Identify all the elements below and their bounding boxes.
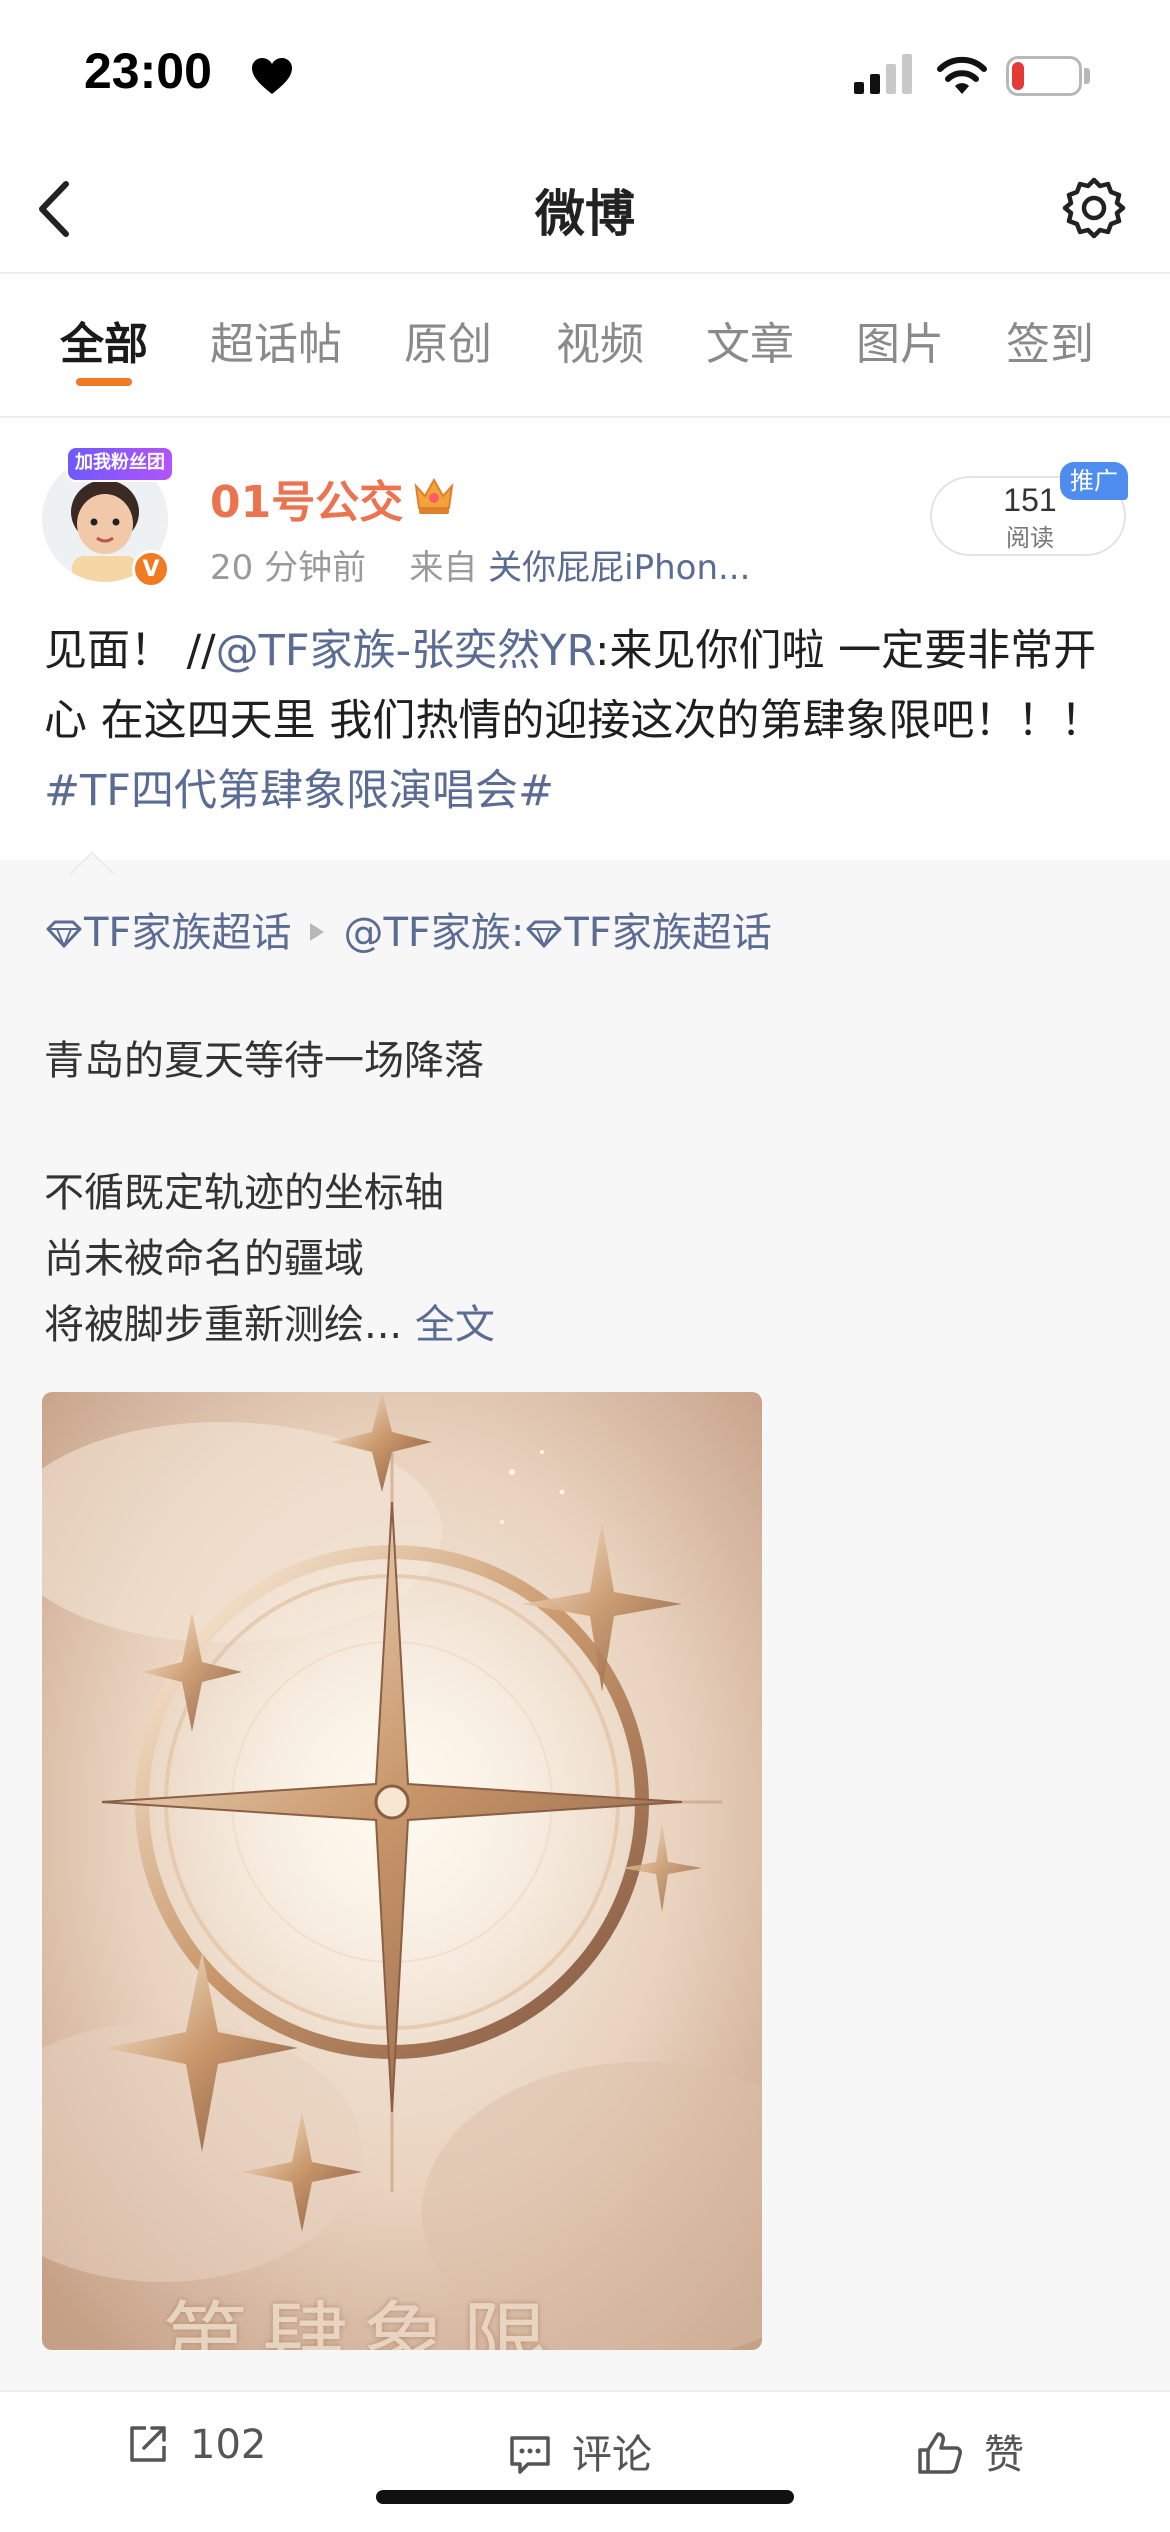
verified-badge: V — [132, 550, 170, 588]
repost-author[interactable]: @TF家族: — [343, 910, 524, 956]
repost-paragraph-2-line-2: 尚未被命名的疆域 — [44, 1236, 364, 1282]
home-indicator[interactable] — [376, 2490, 794, 2504]
poster-title: 第肆象限 — [162, 2293, 562, 2350]
comment-icon — [510, 2436, 550, 2474]
tab-video[interactable]: 视频 — [556, 308, 644, 372]
status-time: 23:00 — [84, 43, 212, 99]
crown-icon — [414, 477, 454, 514]
username[interactable]: 01号公交 — [210, 466, 403, 530]
post-text-prefix: 见面！ // — [44, 626, 216, 676]
share-count: 102 — [190, 2422, 267, 2468]
tab-article[interactable]: 文章 — [706, 308, 794, 372]
share-button[interactable]: 102 — [126, 2422, 266, 2468]
comment-button[interactable]: 评论 — [508, 2422, 652, 2480]
thumbs-up-icon — [918, 2432, 962, 2474]
comment-label: 评论 — [572, 2432, 652, 2478]
repost-paragraph-1: 青岛的夏天等待一场降落 — [44, 1038, 484, 1084]
diamond-icon-2 — [526, 920, 562, 948]
like-label: 赞 — [984, 2432, 1024, 2478]
tab-checkin[interactable]: 签到 — [1006, 308, 1094, 372]
active-tab-indicator — [76, 378, 132, 386]
like-button[interactable]: 赞 — [916, 2422, 1024, 2480]
fan-club-badge[interactable]: 加我粉丝团 — [66, 446, 174, 482]
filter-tabs: 全部 超话帖 原创 视频 文章 图片 签到 — [0, 274, 1170, 418]
post-meta: 20 分钟前 来自 关你屁屁iPhon... — [210, 540, 750, 589]
repost-paragraph-2-line-1: 不循既定轨迹的坐标轴 — [44, 1170, 444, 1216]
concert-poster-image — [42, 1392, 762, 2350]
status-bar: 23:00 4 — [0, 0, 1170, 150]
battery-icon: 4 — [1006, 56, 1082, 96]
arrow-right-icon — [310, 923, 325, 941]
tab-supertopic-posts[interactable]: 超话帖 — [210, 308, 342, 372]
mention-link[interactable]: @TF家族-张奕然YR — [216, 626, 595, 676]
tab-all[interactable]: 全部 — [60, 308, 148, 372]
hashtag-link[interactable]: #TF四代第肆象限演唱会# — [44, 766, 554, 816]
supertopic-link[interactable]: TF家族超话 — [84, 910, 291, 956]
read-more-link[interactable]: 全文 — [415, 1302, 495, 1348]
supertopic-link-2[interactable]: TF家族超话 — [564, 910, 771, 956]
signal-icon — [854, 54, 912, 94]
post-source[interactable]: 关你屁屁iPhon... — [488, 548, 750, 588]
wifi-icon — [937, 56, 987, 94]
share-icon — [130, 2426, 166, 2462]
post-source-prefix: 来自 — [409, 548, 478, 588]
heart-icon — [252, 58, 292, 94]
gear-icon[interactable] — [1062, 176, 1126, 240]
repost-paragraph-2-line-3: 将被脚步重新测绘... 全文 — [44, 1292, 495, 1358]
repost-paragraph-2-line-3-text: 将被脚步重新测绘... — [44, 1302, 403, 1348]
battery-level: 4 — [1033, 58, 1055, 93]
promo-badge: 推广 — [1060, 462, 1128, 500]
tab-image[interactable]: 图片 — [856, 308, 944, 372]
read-count-label: 阅读 — [1006, 524, 1054, 552]
tab-original[interactable]: 原创 — [404, 308, 492, 372]
post-image[interactable]: 第肆象限 — [42, 1392, 762, 2350]
action-bar: 102 评论 赞 — [0, 2390, 1170, 2502]
page-title: 微博 — [535, 185, 635, 243]
post-text: 见面！ //@TF家族-张奕然YR:来见你们啦 一定要非常开心 在这四天里 我们… — [44, 616, 1134, 826]
diamond-icon — [46, 920, 82, 948]
avatar[interactable]: 加我粉丝团 V — [40, 446, 174, 588]
post-time: 20 分钟前 — [210, 548, 367, 588]
repost-topic-line: TF家族超话 @TF家族: TF家族超话 — [44, 900, 772, 958]
nav-bar: 微博 — [0, 150, 1170, 274]
